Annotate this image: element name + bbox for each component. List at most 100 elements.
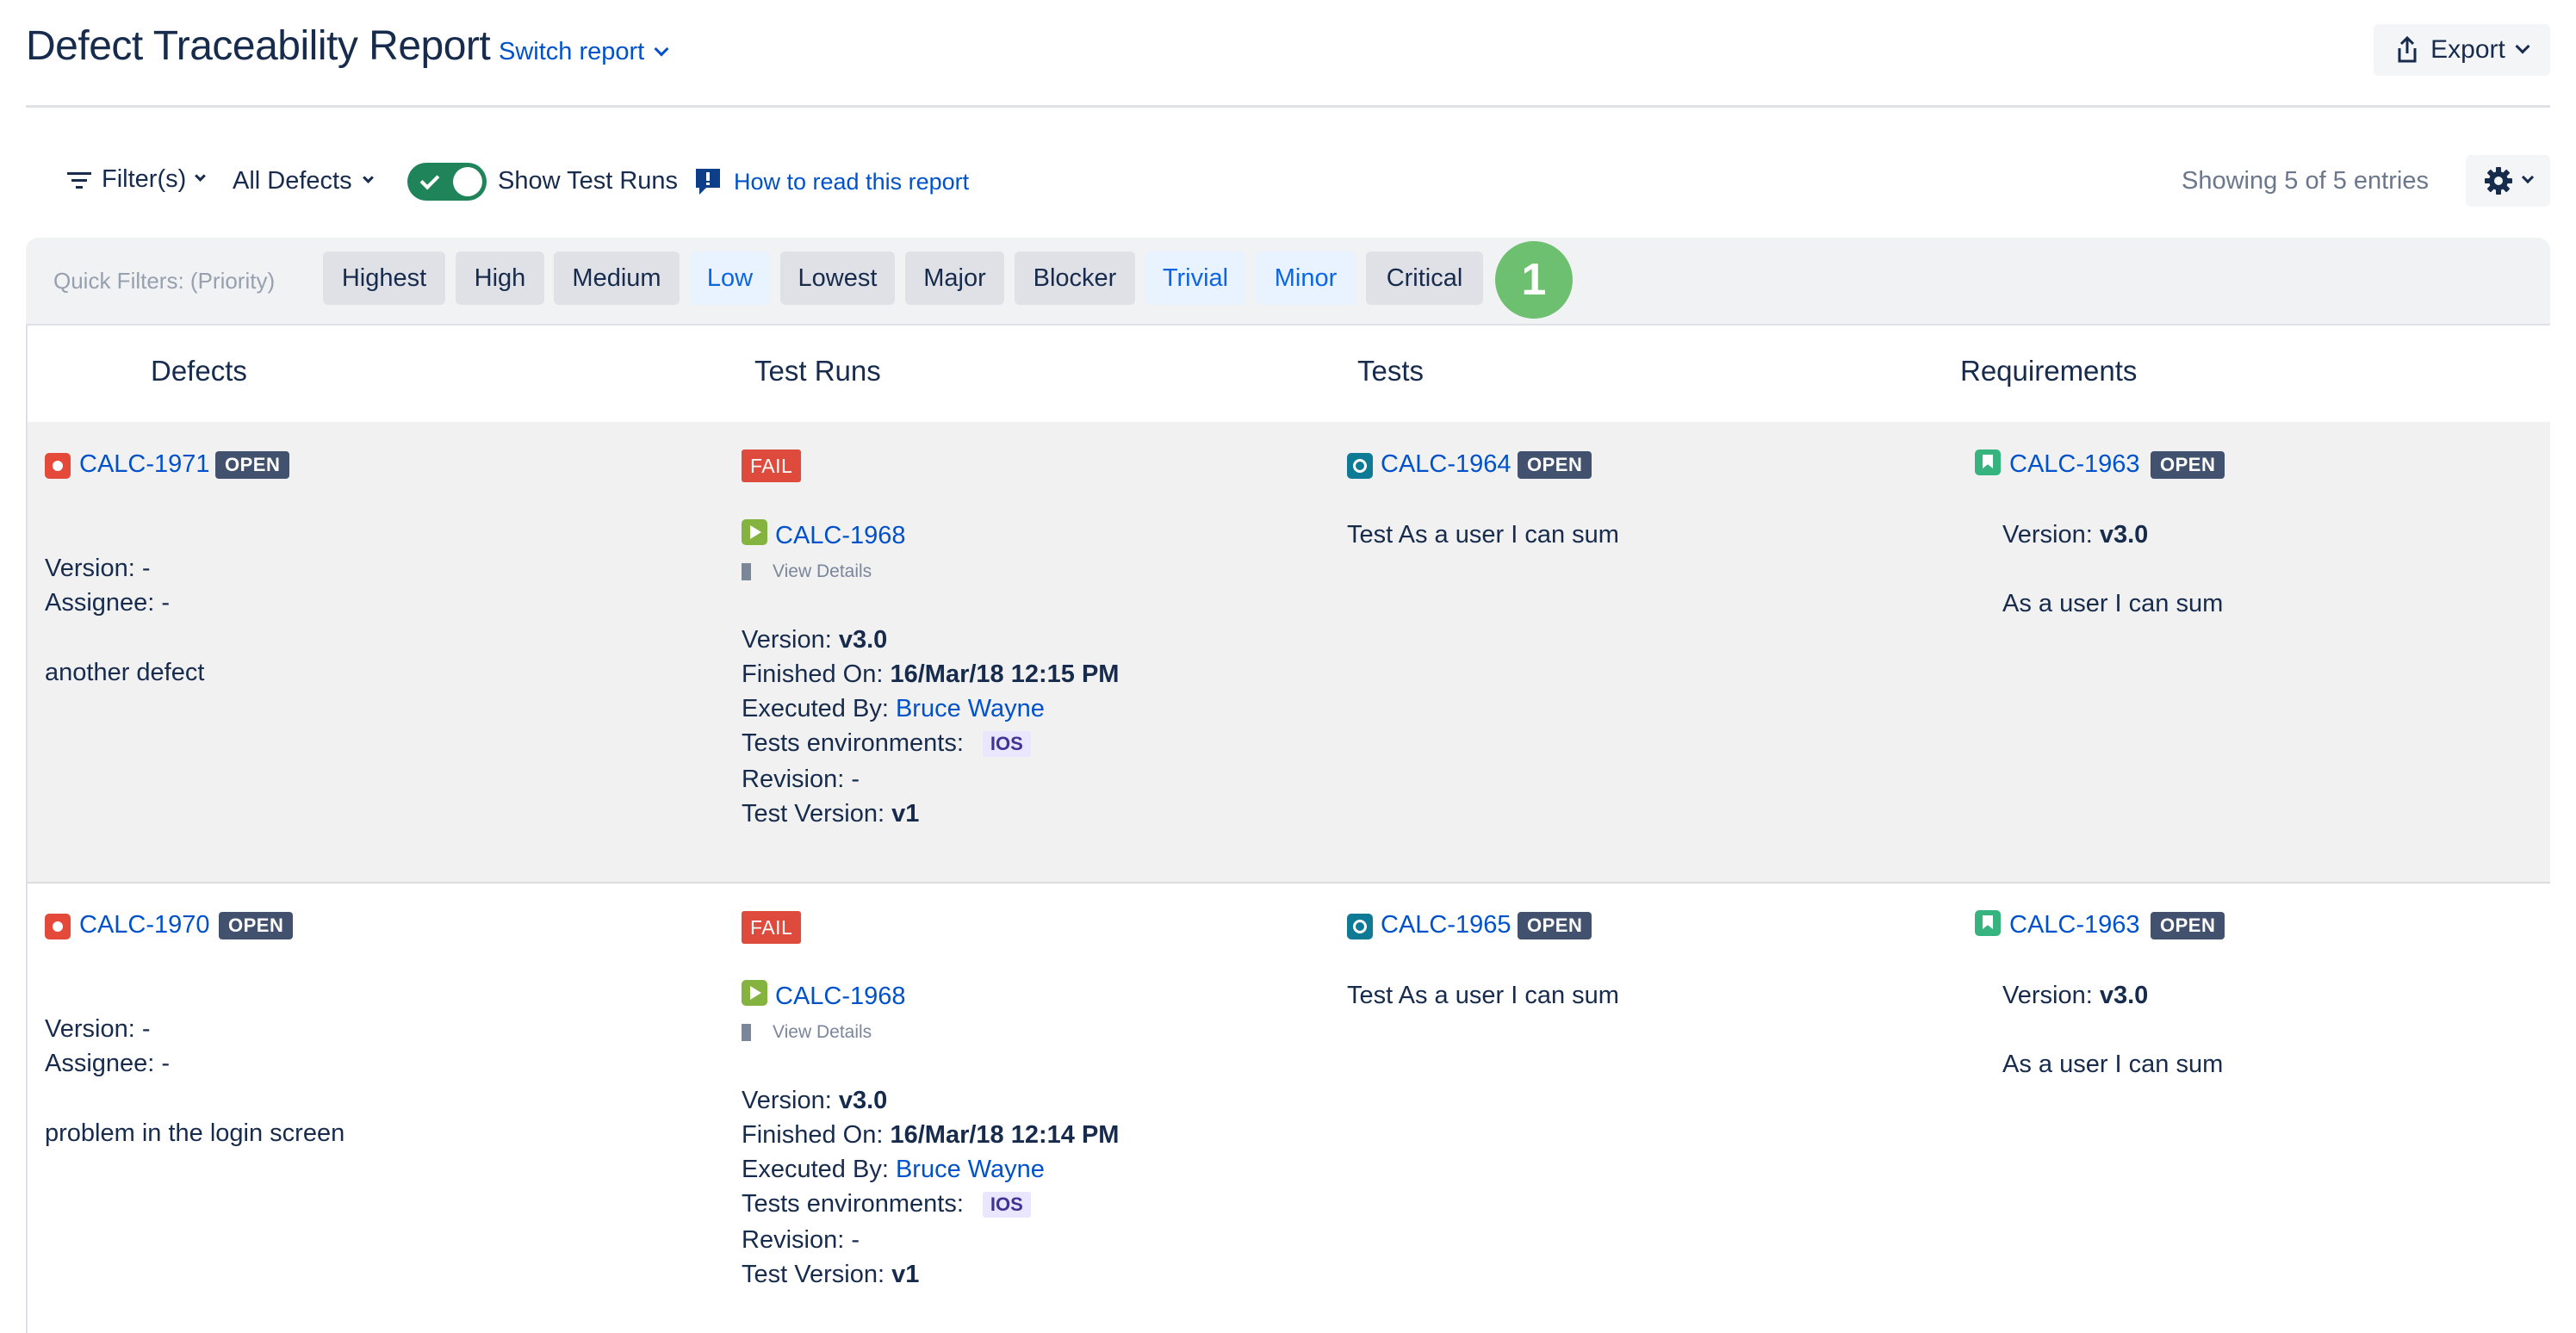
run-test-version: Test Version: v1 [742,1261,920,1288]
gear-icon [2485,167,2512,195]
how-to-read-link[interactable]: How to read this report [694,167,969,196]
status-badge: OPEN [219,912,294,939]
test-execution-icon [742,980,767,1006]
export-label: Export [2430,35,2505,64]
row-divider [28,882,2550,884]
show-test-runs-label: Show Test Runs [498,167,679,195]
run-executed-by: Executed By: Bruce Wayne [742,695,1045,722]
how-to-read-label: How to read this report [734,168,970,195]
quick-filter-critical[interactable]: Critical [1366,251,1483,305]
run-version: Version: v3.0 [742,1087,888,1114]
test-icon [1347,914,1373,939]
test-execution-icon [742,519,767,545]
run-test-version: Test Version: v1 [742,800,920,828]
check-icon [419,170,440,190]
run-revision: Revision: - [742,766,860,793]
fail-badge: FAIL [742,911,802,944]
test-summary: Test As a user I can sum [1347,982,1619,1009]
test-summary: Test As a user I can sum [1347,521,1619,549]
defect-assignee: Assignee: - [45,1050,171,1077]
filter-icon [67,171,91,189]
defect-summary: another defect [45,659,205,686]
table-row [28,422,2550,884]
run-version: Version: v3.0 [742,626,888,654]
test-run-key-link[interactable]: CALC-1968 [775,983,906,1011]
quick-filter-major[interactable]: Major [905,251,1004,305]
quick-filter-trivial[interactable]: Trivial [1145,251,1245,305]
status-badge: OPEN [1518,451,1592,479]
chevron-down-icon [362,172,374,183]
story-icon [1975,450,2001,475]
table-top-border [26,324,2550,326]
column-header-test-runs: Test Runs [754,355,881,387]
status-badge: OPEN [1518,912,1592,939]
run-revision: Revision: - [742,1226,860,1254]
settings-button[interactable] [2466,155,2550,207]
view-details-link[interactable]: View Details [742,1022,872,1043]
defect-key-link[interactable]: CALC-1970 [79,911,210,939]
share-icon [2398,36,2417,63]
show-test-runs-toggle[interactable] [407,163,487,201]
view-details-link[interactable]: View Details [742,561,872,582]
column-header-requirements: Requirements [1960,355,2138,387]
requirement-summary: As a user I can sum [2002,590,2224,617]
executed-by-link[interactable]: Bruce Wayne [896,695,1045,722]
bug-icon [45,453,71,479]
defect-key-link[interactable]: CALC-1971 [79,450,210,479]
toggle-knob [453,167,482,196]
chevron-down-icon [654,41,669,56]
executed-by-link[interactable]: Bruce Wayne [896,1156,1045,1183]
status-badge: OPEN [2151,451,2225,479]
switch-report-label: Switch report [499,38,645,65]
quick-filter-lowest[interactable]: Lowest [780,251,895,305]
run-finished-on: Finished On: 16/Mar/18 12:15 PM [742,660,1120,688]
requirement-key-link[interactable]: CALC-1963 [2009,450,2140,479]
quick-filter-highest[interactable]: Highest [323,251,445,305]
defects-scope-dropdown[interactable]: All Defects [233,167,374,195]
defects-scope-label: All Defects [233,167,352,195]
quick-filters-label: Quick Filters: (Priority) [53,268,276,294]
header-divider [26,105,2550,108]
defect-version: Version: - [45,1015,151,1043]
quick-filter-blocker[interactable]: Blocker [1015,251,1135,305]
run-environments: Tests environments: IOS [742,1190,1031,1218]
page-title: Defect Traceability Report [26,23,491,69]
run-executed-by: Executed By: Bruce Wayne [742,1156,1045,1183]
requirement-key-link[interactable]: CALC-1963 [2009,911,2140,939]
quick-filter-minor[interactable]: Minor [1256,251,1356,305]
status-badge: OPEN [2151,912,2225,939]
bug-icon [45,914,71,939]
quick-filter-high[interactable]: High [456,251,544,305]
export-button[interactable]: Export [2374,24,2550,76]
status-badge: OPEN [215,451,290,479]
quick-filter-low[interactable]: Low [690,251,770,305]
test-key-link[interactable]: CALC-1965 [1381,911,1511,939]
requirement-summary: As a user I can sum [2002,1051,2224,1078]
filters-button[interactable]: Filter(s) [67,165,207,194]
feedback-icon [696,169,720,195]
requirement-version: Version: v3.0 [2002,521,2149,549]
chevron-down-icon [2521,170,2535,184]
run-finished-on: Finished On: 16/Mar/18 12:14 PM [742,1121,1120,1149]
story-icon [1975,910,2001,936]
fail-badge: FAIL [742,450,802,482]
defect-assignee: Assignee: - [45,589,171,617]
requirement-version: Version: v3.0 [2002,982,2149,1009]
environment-badge: IOS [982,1192,1031,1218]
switch-report-dropdown[interactable]: Switch report [499,38,669,66]
chevron-down-icon [195,170,207,182]
run-environments: Tests environments: IOS [742,729,1031,758]
details-icon [742,1024,764,1041]
details-icon [742,563,764,580]
test-key-link[interactable]: CALC-1964 [1381,450,1511,479]
test-icon [1347,453,1373,479]
column-header-defects: Defects [151,355,247,387]
test-run-key-link[interactable]: CALC-1968 [775,522,906,550]
entries-count: Showing 5 of 5 entries [2182,167,2429,195]
environment-badge: IOS [982,731,1031,758]
defect-summary: problem in the login screen [45,1119,345,1147]
quick-filter-medium[interactable]: Medium [554,251,680,305]
defect-version: Version: - [45,555,151,582]
step-marker: 1 [1495,241,1573,319]
chevron-down-icon [2515,39,2530,54]
